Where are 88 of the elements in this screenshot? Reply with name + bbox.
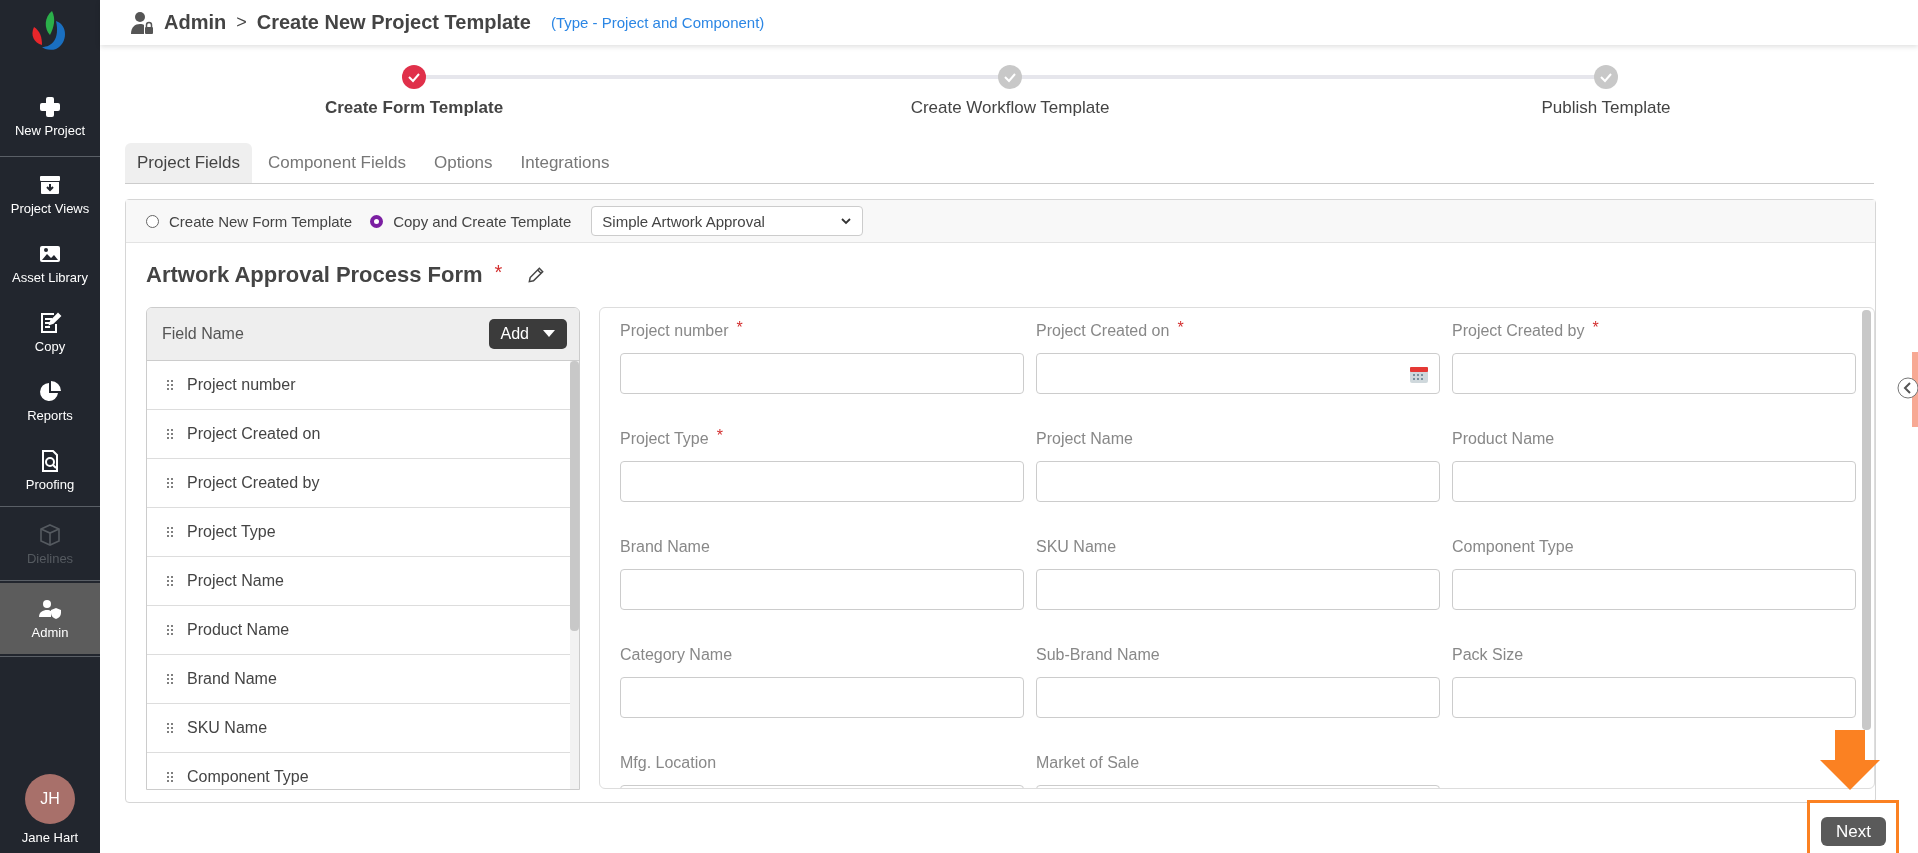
field-list-item[interactable]: Product Name bbox=[147, 606, 570, 655]
breadcrumb-link[interactable]: Admin bbox=[164, 11, 227, 34]
text-field[interactable] bbox=[620, 677, 1024, 718]
field-label: Project Created on bbox=[1036, 322, 1170, 340]
required-mark: * bbox=[1592, 319, 1599, 337]
template-type-note: (Type - Project and Component) bbox=[550, 14, 765, 31]
step-label: Create Form Template bbox=[324, 98, 504, 118]
archive-box-icon bbox=[38, 173, 62, 197]
field-list-item[interactable]: Project number bbox=[147, 361, 570, 410]
field-label: Component Type bbox=[1452, 538, 1574, 556]
date-field[interactable] bbox=[1036, 353, 1440, 394]
required-mark: * bbox=[736, 319, 743, 337]
field-label: Market of Sale bbox=[1036, 754, 1140, 772]
scrollbar[interactable] bbox=[570, 361, 579, 789]
step-label: Publish Template bbox=[1541, 98, 1671, 118]
edit-document-icon bbox=[38, 311, 62, 335]
text-field[interactable] bbox=[1452, 461, 1856, 502]
column-header: Field Name bbox=[162, 325, 244, 343]
form-title: Artwork Approval Process Form bbox=[146, 262, 483, 288]
text-field[interactable] bbox=[1036, 569, 1440, 610]
text-field[interactable] bbox=[620, 353, 1024, 394]
field-label: Sub-Brand Name bbox=[1036, 646, 1160, 664]
pie-chart-icon bbox=[38, 380, 62, 404]
text-field[interactable] bbox=[620, 461, 1024, 502]
drag-handle-icon[interactable] bbox=[167, 527, 173, 537]
drag-handle-icon[interactable] bbox=[167, 674, 173, 684]
tab[interactable]: Integrations bbox=[508, 143, 622, 183]
drag-handle-icon[interactable] bbox=[167, 723, 173, 733]
nav-item[interactable]: Proofing bbox=[0, 435, 100, 504]
field-list-item[interactable]: Project Name bbox=[147, 557, 570, 606]
field-label: Project Name bbox=[1036, 430, 1133, 448]
text-field[interactable] bbox=[1452, 677, 1856, 718]
required-mark: * bbox=[494, 261, 503, 284]
drag-handle-icon[interactable] bbox=[167, 478, 173, 488]
drag-handle-icon[interactable] bbox=[167, 625, 173, 635]
field-label: SKU Name bbox=[1036, 538, 1117, 556]
field-list-item[interactable]: SKU Name bbox=[147, 704, 570, 753]
tab[interactable]: Project Fields bbox=[125, 143, 252, 183]
field-label: Category Name bbox=[620, 646, 733, 664]
field-label: Pack Size bbox=[1452, 646, 1524, 664]
field-label: Brand Name bbox=[620, 538, 710, 556]
admin-user-icon bbox=[130, 10, 154, 35]
chevron-down-icon bbox=[840, 215, 853, 227]
edit-pencil-icon[interactable] bbox=[526, 265, 547, 285]
add-dropdown-button[interactable]: Add bbox=[488, 319, 567, 349]
radio-button[interactable] bbox=[146, 214, 159, 228]
nav-item[interactable]: Admin bbox=[0, 583, 100, 654]
box-icon bbox=[38, 523, 62, 547]
drag-handle-icon[interactable] bbox=[167, 380, 173, 390]
field-label: Mfg. Location bbox=[620, 754, 717, 772]
breadcrumb-separator: > bbox=[236, 12, 247, 33]
field-list-item[interactable]: Project Type bbox=[147, 508, 570, 557]
next-button[interactable]: Next bbox=[1821, 817, 1886, 846]
text-field[interactable] bbox=[1036, 677, 1440, 718]
nav-item[interactable]: Project Views bbox=[0, 159, 100, 228]
drag-handle-icon[interactable] bbox=[167, 772, 173, 782]
text-field[interactable] bbox=[1036, 461, 1440, 502]
nav-item[interactable]: Reports bbox=[0, 366, 100, 435]
text-field[interactable] bbox=[1452, 353, 1856, 394]
field-list-item[interactable]: Project Created on bbox=[147, 410, 570, 459]
field-label: Project Type bbox=[620, 430, 709, 448]
nav-item[interactable]: Copy bbox=[0, 297, 100, 366]
drag-handle-icon[interactable] bbox=[167, 429, 173, 439]
drag-handle-icon[interactable] bbox=[167, 576, 173, 586]
chevron-left-icon[interactable] bbox=[1897, 377, 1918, 399]
plus-icon bbox=[38, 95, 62, 119]
tab[interactable]: Options bbox=[421, 143, 505, 183]
field-label: Project Created by bbox=[1452, 322, 1585, 340]
nav-item[interactable]: New Project bbox=[0, 81, 100, 150]
text-field[interactable] bbox=[620, 569, 1024, 610]
field-list-item[interactable]: Project Created by bbox=[147, 459, 570, 508]
field-label: Project number bbox=[620, 322, 729, 340]
radio-button[interactable] bbox=[370, 214, 384, 228]
required-mark: * bbox=[1177, 319, 1184, 337]
template-select[interactable]: Simple Artwork Approval bbox=[591, 206, 864, 236]
caret-down-icon bbox=[543, 330, 555, 338]
text-field[interactable] bbox=[1452, 569, 1856, 610]
nav-item[interactable]: Asset Library bbox=[0, 228, 100, 297]
step-label: Create Workflow Template bbox=[910, 98, 1110, 118]
required-mark: * bbox=[716, 427, 723, 445]
user-shield-icon bbox=[38, 597, 62, 621]
page-title: Create New Project Template bbox=[256, 11, 531, 34]
user-name: Jane Hart bbox=[20, 830, 80, 845]
user-avatar[interactable]: JH bbox=[25, 774, 75, 824]
tab[interactable]: Component Fields bbox=[256, 143, 418, 183]
field-list-item[interactable]: Brand Name bbox=[147, 655, 570, 704]
field-label: Product Name bbox=[1452, 430, 1555, 448]
down-arrow-icon bbox=[1820, 730, 1880, 790]
